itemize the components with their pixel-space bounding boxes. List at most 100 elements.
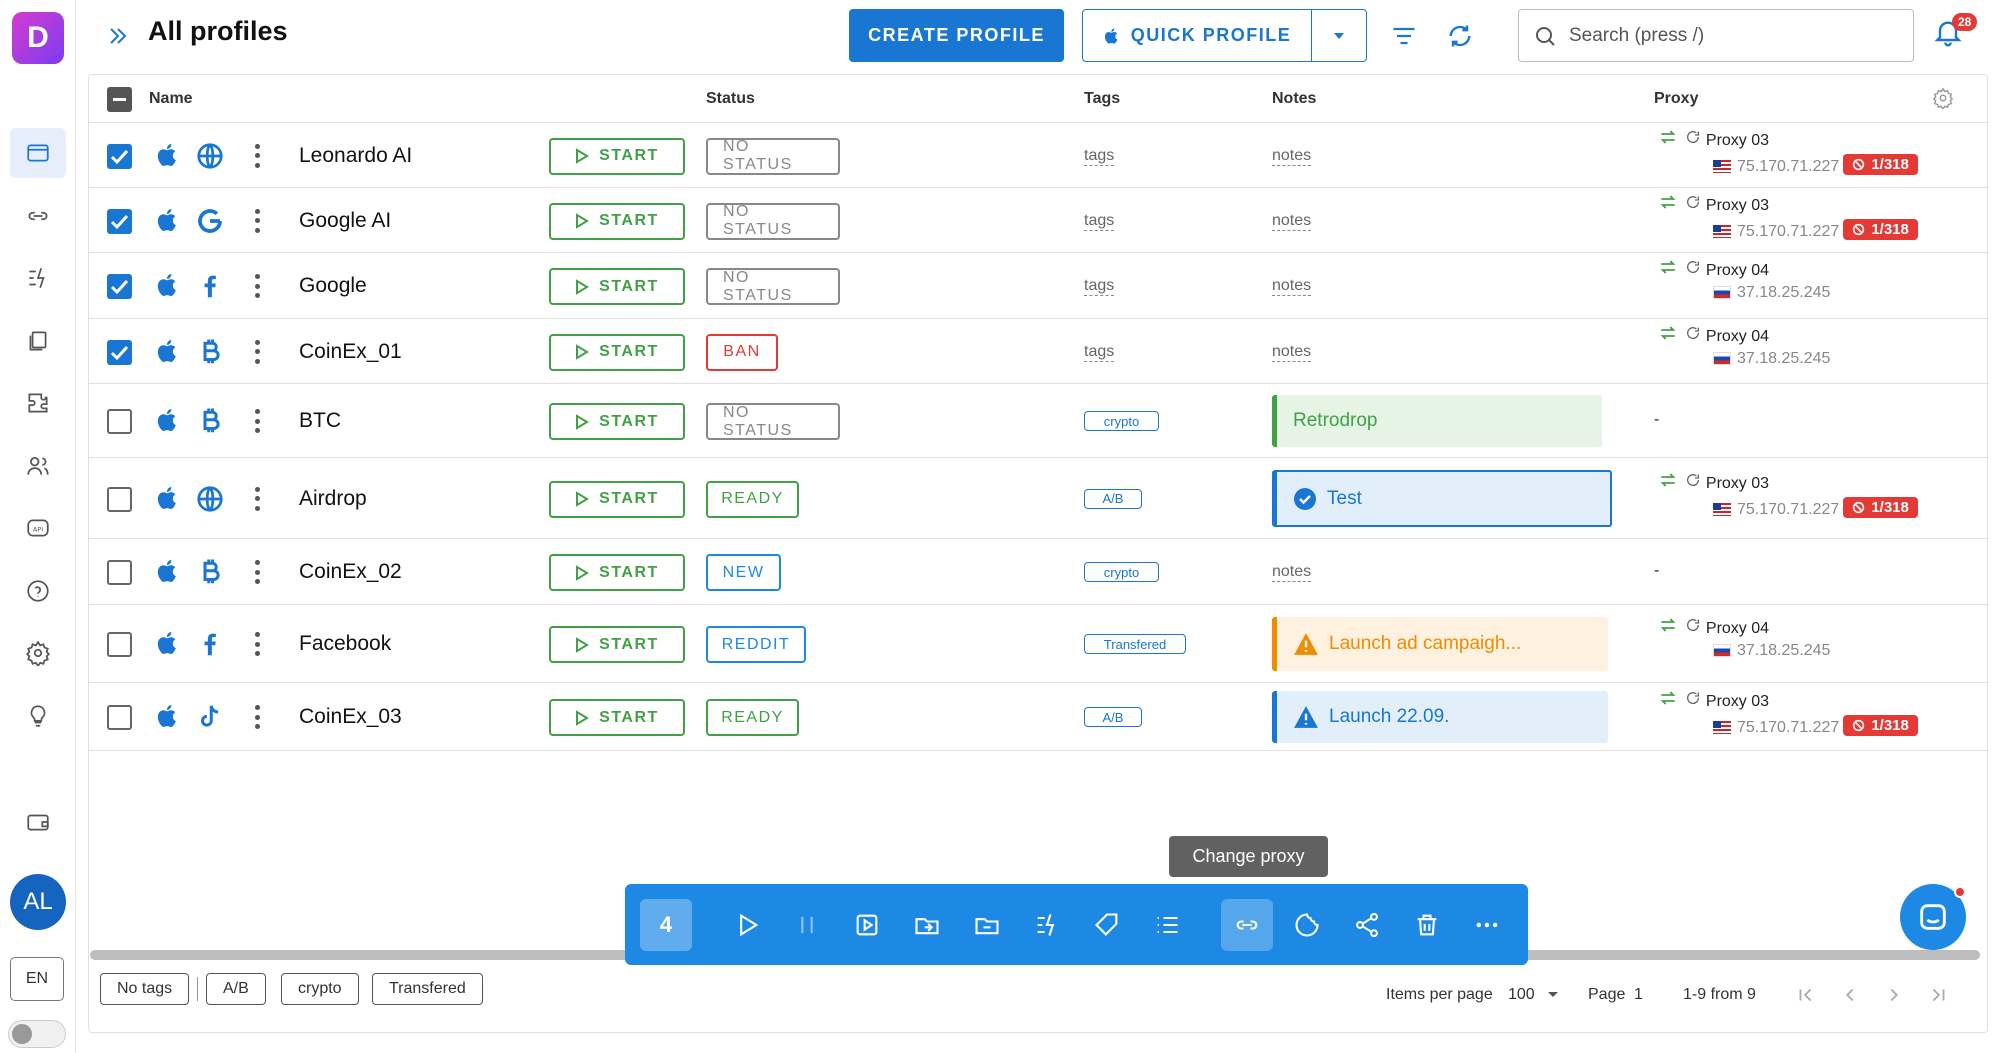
row-checkbox[interactable] — [107, 339, 132, 365]
column-status[interactable]: Status — [706, 90, 755, 108]
row-menu-icon[interactable] — [254, 705, 260, 729]
create-profile-button[interactable]: CREATE PROFILE — [849, 9, 1064, 62]
profiles-nav-icon[interactable] — [10, 128, 66, 178]
notifications-bell[interactable]: 28 — [1932, 13, 1978, 56]
reload-proxy-icon[interactable] — [1685, 130, 1701, 149]
templates-nav-icon[interactable] — [10, 316, 66, 366]
row-checkbox[interactable] — [107, 208, 132, 234]
row-menu-icon[interactable] — [254, 409, 260, 433]
tag-filter-chip[interactable]: Transfered — [372, 973, 483, 1005]
status-list-icon[interactable] — [1141, 899, 1193, 951]
proxy-cell[interactable]: Proxy 03 75.170.71.227 1/318 — [1659, 690, 1918, 737]
notes-field[interactable]: notes — [1272, 563, 1312, 582]
row-checkbox[interactable] — [107, 632, 132, 657]
extensions-nav-icon[interactable] — [10, 378, 66, 428]
row-menu-icon[interactable] — [254, 339, 260, 364]
table-row[interactable]: CoinEx_03 START READY A/B Launch 22.09. Prox… — [89, 683, 1989, 751]
start-button[interactable]: START — [549, 626, 685, 663]
reload-proxy-icon[interactable] — [1685, 473, 1701, 492]
status-badge[interactable]: READY — [706, 699, 799, 736]
quick-profile-dropdown[interactable] — [1311, 9, 1367, 62]
pause-selected-icon[interactable] — [781, 899, 833, 951]
profile-name[interactable]: Leonardo AI — [299, 144, 412, 168]
notes-field[interactable]: notes — [1272, 212, 1312, 231]
search-input[interactable]: Search (press /) — [1518, 9, 1914, 62]
start-button[interactable]: START — [549, 403, 685, 440]
quick-profile-button[interactable]: QUICK PROFILE — [1082, 9, 1312, 62]
profile-name[interactable]: CoinEx_03 — [299, 705, 402, 729]
open-window-icon[interactable] — [841, 899, 893, 951]
delete-icon[interactable] — [1401, 899, 1453, 951]
status-badge[interactable]: READY — [706, 480, 799, 518]
last-page-icon[interactable] — [1927, 984, 1949, 1006]
status-badge[interactable]: REDDIT — [706, 626, 806, 663]
swap-proxy-icon[interactable] — [1659, 194, 1677, 214]
tags-field[interactable]: tags — [1084, 147, 1115, 166]
tag-chip[interactable]: A/B — [1084, 488, 1142, 509]
table-row[interactable]: Facebook START REDDIT Transfered Launch ad c… — [89, 605, 1989, 683]
proxy-cell[interactable]: Proxy 04 37.18.25.245 — [1659, 259, 1830, 302]
column-settings-icon[interactable] — [1932, 87, 1954, 114]
refresh-icon[interactable] — [1442, 18, 1478, 54]
row-menu-icon[interactable] — [254, 560, 260, 584]
column-name[interactable]: Name — [149, 90, 193, 108]
support-chat-button[interactable] — [1900, 884, 1966, 950]
row-checkbox[interactable] — [107, 409, 132, 434]
start-button[interactable]: START — [549, 333, 685, 371]
team-nav-icon[interactable] — [10, 441, 66, 491]
select-all-checkbox[interactable] — [107, 87, 132, 112]
tag-icon[interactable] — [1081, 899, 1133, 951]
table-row[interactable]: Airdrop START READY A/B Test Proxy 03 75.170.… — [89, 458, 1989, 539]
api-nav-icon[interactable]: API — [10, 503, 66, 553]
tags-field[interactable]: tags — [1084, 212, 1115, 231]
row-menu-icon[interactable] — [254, 632, 260, 656]
row-menu-icon[interactable] — [254, 208, 260, 233]
profile-name[interactable]: CoinEx_01 — [299, 340, 402, 364]
swap-proxy-icon[interactable] — [1659, 472, 1677, 492]
help-nav-icon[interactable] — [10, 566, 66, 616]
reload-proxy-icon[interactable] — [1685, 195, 1701, 214]
start-button[interactable]: START — [549, 480, 685, 518]
tag-filter-chip[interactable]: crypto — [281, 973, 359, 1005]
status-badge[interactable]: NEW — [706, 554, 781, 591]
row-menu-icon[interactable] — [254, 274, 260, 298]
reload-proxy-icon[interactable] — [1685, 261, 1701, 279]
proxy-cell[interactable]: Proxy 04 37.18.25.245 — [1659, 617, 1830, 660]
row-menu-icon[interactable] — [254, 143, 260, 168]
column-tags[interactable]: Tags — [1084, 90, 1120, 108]
start-button[interactable]: START — [549, 268, 685, 305]
status-badge[interactable]: NO STATUS — [706, 202, 840, 240]
table-row[interactable]: CoinEx_01 START BAN tags notes Proxy 04 37.18… — [89, 319, 1989, 384]
profile-name[interactable]: Google — [299, 274, 367, 298]
first-page-icon[interactable] — [1795, 984, 1817, 1006]
prev-page-icon[interactable] — [1839, 984, 1861, 1006]
share-icon[interactable] — [1341, 899, 1393, 951]
status-badge[interactable]: NO STATUS — [706, 403, 840, 440]
note-box[interactable]: Launch ad campaigh... — [1272, 617, 1608, 671]
tags-field[interactable]: tags — [1084, 277, 1115, 296]
tag-chip[interactable]: crypto — [1084, 411, 1159, 431]
profile-name[interactable]: Google AI — [299, 209, 391, 233]
tag-chip[interactable]: A/B — [1084, 707, 1142, 727]
note-box[interactable]: Launch 22.09. — [1272, 691, 1608, 743]
status-badge[interactable]: NO STATUS — [706, 137, 840, 175]
swap-proxy-icon[interactable] — [1659, 691, 1677, 710]
wallet-nav-icon[interactable] — [10, 797, 66, 847]
automation-nav-icon[interactable] — [10, 253, 66, 303]
profile-name[interactable]: Airdrop — [299, 487, 367, 511]
swap-proxy-icon[interactable] — [1659, 325, 1677, 345]
start-button[interactable]: START — [549, 137, 685, 175]
table-row[interactable]: BTC START NO STATUS crypto Retrodrop - — [89, 384, 1989, 458]
app-logo[interactable]: D — [12, 12, 64, 64]
start-selected-icon[interactable] — [721, 899, 773, 951]
reload-proxy-icon[interactable] — [1685, 692, 1701, 710]
start-button[interactable]: START — [549, 554, 685, 591]
row-checkbox[interactable] — [107, 705, 132, 730]
tags-field[interactable]: tags — [1084, 343, 1115, 362]
table-row[interactable]: Google START NO STATUS tags notes Proxy 04 37… — [89, 253, 1989, 319]
tag-chip[interactable]: crypto — [1084, 562, 1159, 582]
tips-nav-icon[interactable] — [10, 691, 66, 741]
notes-field[interactable]: notes — [1272, 277, 1312, 296]
profile-name[interactable]: Facebook — [299, 632, 391, 656]
column-proxy[interactable]: Proxy — [1654, 90, 1698, 108]
